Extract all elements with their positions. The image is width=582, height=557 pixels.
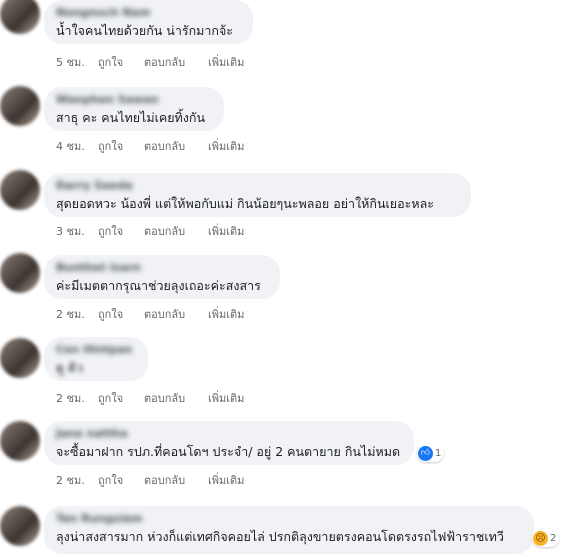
comment-bubble: Bunthet Isarn ค่ะมีเมตตากรุณาช่วยลุงเถอะ… [44,255,280,299]
avatar[interactable] [0,338,40,378]
comment-text: ค่ะมีเมตตากรุณาช่วยลุงเถอะค่ะสงสาร [56,278,261,293]
comment-timestamp[interactable]: 4 ชม. [56,137,98,155]
more-link[interactable]: เพิ่มเติม [208,305,244,323]
comment-bubble: Jane nattha จะซื้อมาฝาก รปภ.ที่คอนโดฯ ปร… [44,421,414,465]
sad-face-icon: ☹ [533,530,548,546]
comment-text: ลุงน่าสงสารมาก ห่วงก็แต่เทศกิจคอยไล่ ปรก… [56,529,504,544]
comment-text: ดู ดิว [56,360,84,375]
more-link[interactable]: เพิ่มเติม [208,389,244,407]
avatar[interactable] [0,86,40,126]
comment-timestamp[interactable]: 2 ชม. [56,305,98,323]
reply-link[interactable]: ตอบกลับ [144,471,208,489]
reaction-count: 1 [435,447,442,459]
comment-actions: 5 ชม. ถูกใจ ตอบกลับ เพิ่มเติม [56,53,244,71]
comment-actions: 3 ชม. ถูกใจ ตอบกลับ เพิ่มเติม [56,222,244,240]
comment-bubble: Tan Rungsiam ลุงน่าสงสารมาก ห่วงก็แต่เทศ… [44,506,534,554]
more-link[interactable]: เพิ่มเติม [208,137,244,155]
reply-link[interactable]: ตอบกลับ [144,305,208,323]
reaction-badge[interactable]: 👍︎ 1 [417,444,445,462]
commenter-name[interactable]: Jane nattha [56,427,402,441]
avatar[interactable] [0,253,40,293]
like-link[interactable]: ถูกใจ [98,53,144,71]
avatar[interactable] [0,506,40,546]
commenter-name[interactable]: Nongnuch Nam [56,6,241,20]
commenter-name[interactable]: Darry Seeda [56,179,459,193]
comment-bubble: Cen Hintpan ดู ดิว [44,337,148,381]
like-link[interactable]: ถูกใจ [98,471,144,489]
reply-link[interactable]: ตอบกลับ [144,137,208,155]
comment-bubble: Wanphen Sawan สาธุ คะ คนไทยไม่เคยทิ้งกัน [44,87,224,131]
comment-actions: 2 ชม. ถูกใจ ตอบกลับ เพิ่มเติม [56,389,244,407]
commenter-name[interactable]: Tan Rungsiam [56,512,522,526]
comment-text: สาธุ คะ คนไทยไม่เคยทิ้งกัน [56,110,205,125]
commenter-name[interactable]: Wanphen Sawan [56,93,212,107]
like-thumb-icon: 👍︎ [418,445,433,461]
comment-text: น้ำใจคนไทยด้วยกัน น่ารักมากจ้ะ [56,23,234,38]
avatar[interactable] [0,0,40,34]
comment-text: สุดยอดหวะ น้องพี่ แต่ให้พอกับแม่ กินน้อย… [56,196,434,211]
comment-actions: 2 ชม. ถูกใจ ตอบกลับ เพิ่มเติม [56,305,244,323]
more-link[interactable]: เพิ่มเติม [208,222,244,240]
reply-link[interactable]: ตอบกลับ [144,53,208,71]
like-link[interactable]: ถูกใจ [98,222,144,240]
like-link[interactable]: ถูกใจ [98,389,144,407]
comment-text: จะซื้อมาฝาก รปภ.ที่คอนโดฯ ประจำ/ อยู่ 2 … [56,444,401,459]
avatar[interactable] [0,170,40,210]
comment-bubble: Darry Seeda สุดยอดหวะ น้องพี่ แต่ให้พอกั… [44,173,471,217]
comment-actions: 4 ชม. ถูกใจ ตอบกลับ เพิ่มเติม [56,137,244,155]
reaction-count: 2 [550,532,557,544]
reply-link[interactable]: ตอบกลับ [144,389,208,407]
reaction-badge[interactable]: ☹ 2 [532,529,560,547]
comment-actions: 2 ชม. ถูกใจ ตอบกลับ เพิ่มเติม [56,471,244,489]
comment-timestamp[interactable]: 3 ชม. [56,222,98,240]
more-link[interactable]: เพิ่มเติม [208,53,244,71]
avatar[interactable] [0,421,40,461]
reply-link[interactable]: ตอบกลับ [144,222,208,240]
comment-timestamp[interactable]: 2 ชม. [56,389,98,407]
more-link[interactable]: เพิ่มเติม [208,471,244,489]
comment-bubble: Nongnuch Nam น้ำใจคนไทยด้วยกัน น่ารักมาก… [44,0,253,44]
commenter-name[interactable]: Cen Hintpan [56,343,136,357]
comment-timestamp[interactable]: 2 ชม. [56,471,98,489]
like-link[interactable]: ถูกใจ [98,137,144,155]
comment-timestamp[interactable]: 5 ชม. [56,53,98,71]
like-link[interactable]: ถูกใจ [98,305,144,323]
commenter-name[interactable]: Bunthet Isarn [56,261,268,275]
